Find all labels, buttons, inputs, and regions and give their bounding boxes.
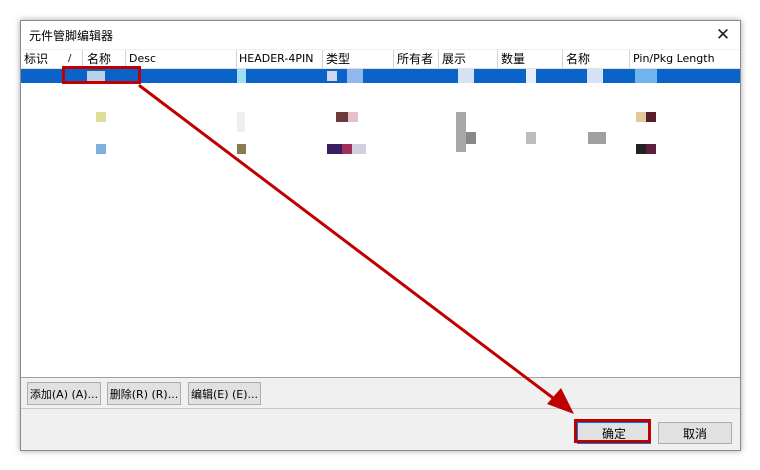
add-pin-button[interactable]: 添加(A) (A)... (27, 382, 101, 405)
blurred-cell (96, 144, 106, 154)
blurred-cell (635, 69, 657, 83)
blurred-cell (646, 112, 656, 122)
title-bar: 元件管脚编辑器 ✕ (21, 21, 740, 49)
blurred-cell (636, 112, 646, 122)
pin-table[interactable]: 标识 / 名称 Desc HEADER-4PIN 类型 所有者 展示 数量 名称… (21, 50, 740, 378)
column-header-type[interactable]: 类型 (323, 50, 394, 68)
blurred-cell (587, 69, 603, 83)
pin-action-toolbar: 添加(A) (A)... 删除(R) (R)... 编辑(E) (E)... (21, 378, 740, 409)
blurred-cell (526, 69, 536, 83)
blurred-cell (458, 69, 474, 83)
blurred-cell (237, 144, 246, 154)
blurred-cell (588, 132, 606, 144)
blurred-cell (456, 112, 466, 152)
blurred-cell (526, 132, 536, 144)
pin-editor-dialog: 元件管脚编辑器 ✕ 标识 / 名称 Desc HEADER-4PIN 类型 所有… (20, 20, 741, 451)
blurred-cell (327, 71, 337, 81)
blurred-cell (348, 112, 358, 122)
column-header-desc[interactable]: Desc (126, 50, 237, 68)
highlight-box-name-cell (62, 66, 141, 84)
blurred-cell (347, 69, 363, 83)
close-icon[interactable]: ✕ (710, 23, 736, 47)
column-header-owner[interactable]: 所有者 (394, 50, 439, 68)
blurred-cell (636, 144, 646, 154)
blurred-cell (237, 112, 245, 132)
blurred-cell (96, 112, 106, 122)
blurred-cell (336, 112, 348, 122)
blurred-cell (466, 132, 476, 144)
blurred-cell (352, 144, 366, 154)
blurred-cell (327, 144, 342, 154)
column-header-pin-pkg-length[interactable]: Pin/Pkg Length (630, 50, 739, 68)
window-title: 元件管脚编辑器 (29, 29, 114, 43)
blurred-cell (342, 144, 352, 154)
row-edge (737, 69, 740, 83)
blurred-cell (237, 69, 246, 83)
delete-pin-button[interactable]: 删除(R) (R)... (107, 382, 181, 405)
highlight-box-ok-button (574, 419, 651, 443)
edit-pin-button[interactable]: 编辑(E) (E)... (188, 382, 261, 405)
cancel-button[interactable]: 取消 (658, 422, 732, 444)
column-header-quantity[interactable]: 数量 (498, 50, 563, 68)
column-header-name-2[interactable]: 名称 (563, 50, 630, 68)
blurred-cell (646, 144, 656, 154)
column-header-package[interactable]: HEADER-4PIN (236, 50, 323, 68)
column-header-show[interactable]: 展示 (439, 50, 498, 68)
column-header-id[interactable]: 标识 (21, 50, 66, 68)
